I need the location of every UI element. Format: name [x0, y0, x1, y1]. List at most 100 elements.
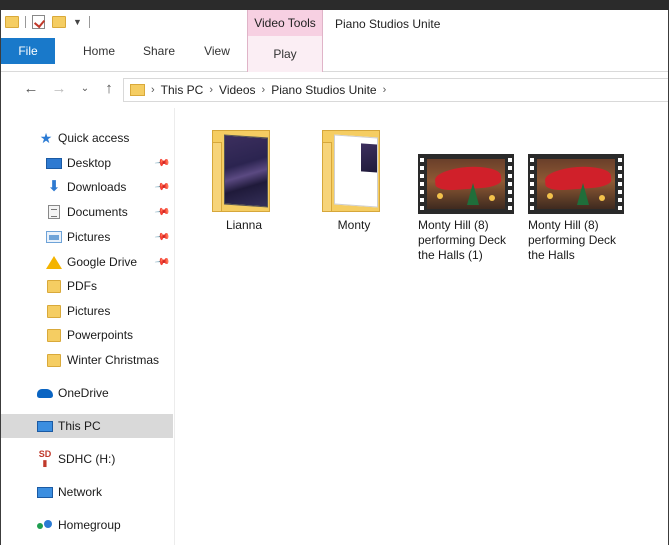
quick-access-star-icon: ★ [39, 130, 53, 146]
file-explorer-window: ▼ Video Tools Piano Studios Unite File H… [0, 10, 669, 545]
sidebar-item-powerpoints[interactable]: Powerpoints [1, 323, 173, 347]
video-thumbnail [528, 154, 632, 218]
folder-thumbnail [312, 128, 416, 218]
video-item[interactable]: Monty Hill (8) performing Deck the Halls… [418, 154, 522, 263]
breadcrumb-videos[interactable]: Videos [219, 83, 255, 97]
breadcrumb-this-pc[interactable]: This PC [161, 83, 204, 97]
pin-icon[interactable]: 📌 [154, 155, 171, 171]
sidebar-item-label: Desktop [67, 156, 112, 170]
forward-arrow-icon[interactable]: → [49, 80, 69, 97]
breadcrumb-separator-icon[interactable]: › [151, 84, 155, 96]
folder-item-lianna[interactable]: Lianna [202, 128, 306, 233]
this-pc-icon [37, 420, 53, 432]
folder-item-monty[interactable]: Monty [312, 128, 416, 233]
tab-file[interactable]: File [1, 38, 55, 64]
file-name-label: Lianna [225, 218, 263, 232]
folder-front-flap [212, 142, 222, 212]
documents-icon [48, 205, 60, 219]
tab-share[interactable]: Share [131, 38, 187, 64]
folder-icon [130, 84, 145, 96]
sidebar-item-label: Network [58, 485, 103, 499]
tab-play[interactable]: Play [247, 36, 323, 72]
onedrive-icon [37, 388, 53, 398]
folder-thumbnail [202, 128, 306, 218]
google-drive-icon [46, 255, 62, 269]
video-item[interactable]: Monty Hill (8) performing Deck the Halls [528, 154, 632, 263]
sidebar-item-quick-access[interactable]: ★ Quick access [1, 126, 173, 150]
sidebar-item-label: OneDrive [58, 386, 109, 400]
navigation-pane: ★ Quick access Desktop 📌 ⬇ Downloads 📌 D… [1, 108, 175, 545]
film-strip-icon [528, 154, 624, 214]
sidebar-item-desktop[interactable]: Desktop 📌 [1, 151, 173, 175]
sidebar-item-onedrive[interactable]: OneDrive [1, 381, 173, 405]
folder-preview-image [224, 134, 268, 208]
sd-card-icon: SD ▮ [38, 449, 52, 468]
sidebar-item-downloads[interactable]: ⬇ Downloads 📌 [1, 175, 173, 199]
sidebar-item-label: This PC [58, 419, 101, 433]
new-folder-icon[interactable] [52, 16, 66, 28]
downloads-icon: ⬇ [47, 178, 61, 195]
sidebar-item-label: Documents [67, 205, 128, 219]
sidebar-item-this-pc[interactable]: This PC [1, 414, 173, 438]
sidebar-item-label: Downloads [67, 180, 127, 194]
sidebar-item-label: Homegroup [58, 518, 121, 532]
sidebar-item-label: Powerpoints [67, 328, 134, 342]
video-tools-contextual-tab: Video Tools [247, 10, 323, 36]
tab-home[interactable]: Home [71, 38, 127, 64]
folder-icon [47, 304, 61, 318]
sidebar-item-label: Quick access [58, 131, 130, 145]
file-name-label: Monty Hill (8) performing Deck the Halls… [418, 218, 507, 262]
folder-icon [47, 328, 61, 342]
sidebar-item-homegroup[interactable]: Homegroup [1, 513, 173, 537]
network-icon [37, 486, 53, 498]
pin-icon[interactable]: 📌 [154, 229, 171, 245]
file-name-label: Monty [337, 218, 371, 232]
toolbar-divider [88, 16, 90, 28]
breadcrumb-separator-icon[interactable]: › [383, 84, 387, 96]
sidebar-item-pdfs[interactable]: PDFs [1, 274, 173, 298]
properties-check-icon[interactable] [32, 15, 45, 29]
sidebar-item-google-drive[interactable]: Google Drive 📌 [1, 250, 173, 274]
sidebar-item-network[interactable]: Network [1, 480, 173, 504]
pictures-icon [46, 231, 62, 243]
folder-icon [47, 353, 61, 367]
navigation-bar: ← → ⌄ ↑ › This PC › Videos › Piano Studi… [1, 72, 668, 108]
file-list: Lianna Monty Monty Hill (8) performing D… [176, 108, 668, 545]
folder-preview-image [334, 134, 378, 208]
sidebar-item-pictures-folder[interactable]: Pictures [1, 299, 173, 323]
pin-icon[interactable]: 📌 [154, 254, 171, 270]
sidebar-item-label: PDFs [67, 279, 97, 293]
breadcrumb-separator-icon[interactable]: › [262, 84, 266, 96]
back-arrow-icon[interactable]: ← [21, 80, 41, 97]
breadcrumb-separator-icon[interactable]: › [209, 84, 213, 96]
sidebar-item-sdhc[interactable]: SD ▮ SDHC (H:) [1, 447, 173, 471]
sidebar-item-winter-christmas[interactable]: Winter Christmas [1, 348, 173, 372]
desktop-icon [46, 157, 62, 169]
sidebar-item-pictures[interactable]: Pictures 📌 [1, 225, 173, 249]
up-arrow-icon[interactable]: ↑ [99, 80, 119, 97]
sidebar-item-label: Pictures [67, 230, 111, 244]
film-strip-icon [418, 154, 514, 214]
folder-icon[interactable] [5, 16, 19, 28]
customize-toolbar-dropdown-icon[interactable]: ▼ [73, 17, 82, 27]
sidebar-item-label: Pictures [67, 304, 111, 318]
ribbon-tab-bar: File Home Share View Play [1, 36, 668, 72]
toolbar-divider [25, 16, 26, 28]
sidebar-item-documents[interactable]: Documents 📌 [1, 200, 173, 224]
address-bar[interactable]: › This PC › Videos › Piano Studios Unite… [123, 78, 668, 102]
video-thumbnail [418, 154, 522, 218]
pin-icon[interactable]: 📌 [154, 179, 171, 195]
tab-view[interactable]: View [191, 38, 243, 64]
window-title: Piano Studios Unite [335, 17, 441, 31]
folder-icon [47, 279, 61, 293]
title-bar: ▼ Video Tools Piano Studios Unite [1, 10, 668, 36]
homegroup-icon [37, 519, 53, 532]
recent-locations-chevron-icon[interactable]: ⌄ [75, 83, 95, 94]
sidebar-item-label: Winter Christmas [67, 353, 160, 367]
sidebar-item-label: SDHC (H:) [58, 452, 116, 466]
pin-icon[interactable]: 📌 [154, 204, 171, 220]
file-name-label: Monty Hill (8) performing Deck the Halls [528, 218, 617, 262]
breadcrumb-piano-studios-unite[interactable]: Piano Studios Unite [271, 83, 376, 97]
folder-front-flap [322, 142, 332, 212]
quick-access-toolbar: ▼ [5, 15, 93, 29]
